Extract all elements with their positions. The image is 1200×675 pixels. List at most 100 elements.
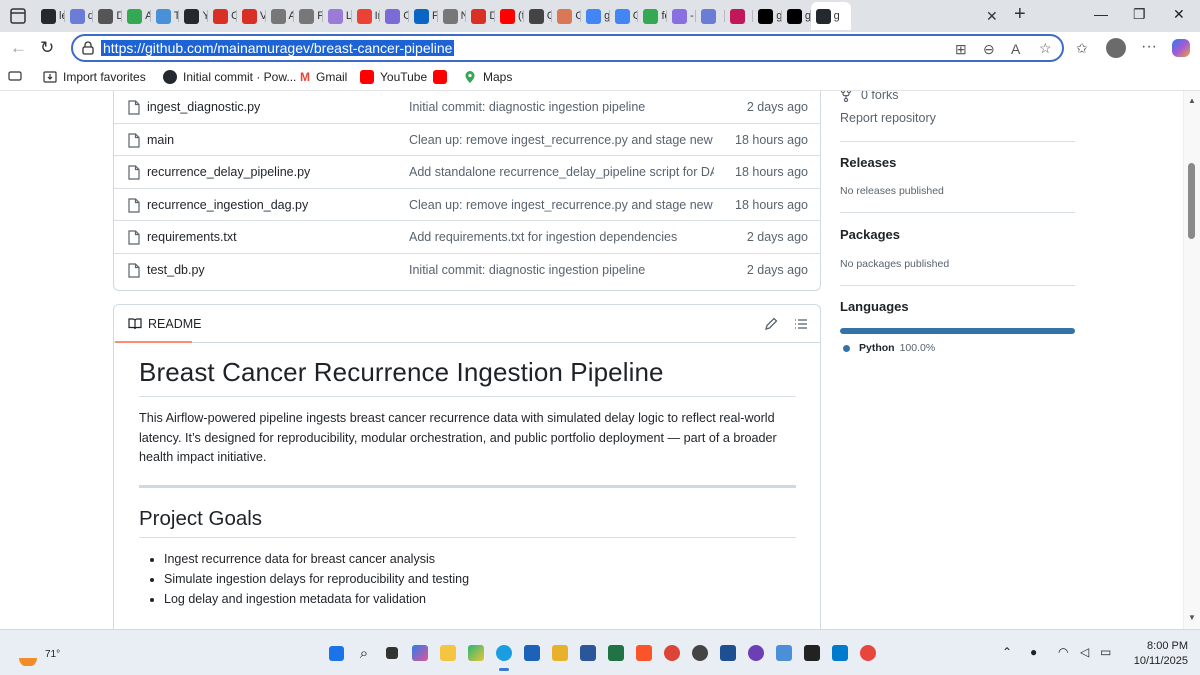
commit-message-link[interactable]: Clean up: remove ingest_recurrence.py an… bbox=[409, 198, 714, 212]
bookmark-import-favorites[interactable]: Import favorites bbox=[43, 70, 146, 84]
browser-tab[interactable]: N bbox=[438, 2, 466, 30]
browser-tab[interactable]: D bbox=[93, 2, 122, 30]
apps-icon[interactable]: ⊞ bbox=[955, 41, 967, 58]
bookmark-initial-commit[interactable]: Initial commit · Pow... bbox=[163, 70, 296, 84]
favorites-icon[interactable]: ✩ bbox=[1076, 40, 1088, 57]
app-purple-icon[interactable] bbox=[742, 641, 770, 665]
browser-tab[interactable]: O bbox=[208, 2, 237, 30]
browser-tab[interactable] bbox=[696, 2, 725, 30]
browser-tab[interactable]: fc bbox=[638, 2, 667, 30]
browser-tab[interactable]: V bbox=[237, 2, 266, 30]
forks-link[interactable]: 0 forks bbox=[840, 91, 899, 102]
file-name-link[interactable]: test_db.py bbox=[147, 263, 205, 277]
language-item-python[interactable]: Python 100.0% bbox=[843, 342, 935, 354]
brave-icon[interactable] bbox=[630, 641, 658, 665]
bookmark-youtube-2[interactable] bbox=[433, 70, 453, 84]
scroll-up-arrow-icon[interactable]: ▲ bbox=[1188, 96, 1196, 105]
file-name-link[interactable]: ingest_diagnostic.py bbox=[147, 100, 260, 114]
bookmark-maps[interactable]: Maps bbox=[463, 70, 512, 84]
scrollbar-thumb[interactable] bbox=[1188, 163, 1195, 239]
search-icon[interactable]: ⌕ bbox=[350, 641, 378, 665]
close-tab-icon[interactable]: ✕ bbox=[986, 8, 998, 25]
browser-tab[interactable]: Y bbox=[179, 2, 208, 30]
reading-list-icon[interactable] bbox=[8, 70, 22, 82]
browser-tab[interactable]: g bbox=[810, 2, 851, 30]
browser-tab[interactable]: le bbox=[36, 2, 65, 30]
scroll-down-arrow-icon[interactable]: ▼ bbox=[1188, 613, 1196, 622]
file-explorer-icon[interactable] bbox=[434, 641, 462, 665]
weather-widget[interactable]: 71° bbox=[17, 638, 60, 668]
show-hidden-icons-icon[interactable]: ⌃ bbox=[1002, 645, 1012, 659]
bookmark-gmail[interactable]: M Gmail bbox=[300, 70, 347, 84]
file-name-link[interactable]: recurrence_ingestion_dag.py bbox=[147, 198, 308, 212]
edge-icon[interactable] bbox=[490, 641, 518, 671]
store-icon[interactable] bbox=[518, 641, 546, 665]
commit-message-link[interactable]: Clean up: remove ingest_recurrence.py an… bbox=[409, 133, 714, 147]
file-name-link[interactable]: requirements.txt bbox=[147, 230, 237, 244]
copilot-app-icon[interactable] bbox=[406, 641, 434, 665]
chrome-icon[interactable] bbox=[658, 641, 686, 665]
vertical-scrollbar[interactable]: ▲ ▼ bbox=[1183, 91, 1200, 629]
system-clock[interactable]: 8:00 PM 10/11/2025 bbox=[1124, 639, 1188, 669]
start-button[interactable] bbox=[322, 641, 350, 665]
commit-message-link[interactable]: Initial commit: diagnostic ingestion pip… bbox=[409, 263, 714, 277]
more-icon[interactable]: ··· bbox=[1141, 38, 1157, 56]
readme-tab[interactable]: README bbox=[126, 305, 203, 343]
browser-tab[interactable]: d bbox=[65, 2, 93, 30]
url-text[interactable]: https://github.com/mainamuragev/breast-c… bbox=[101, 40, 455, 56]
outline-list-icon[interactable] bbox=[794, 317, 808, 331]
browser-tab[interactable]: g bbox=[782, 2, 811, 30]
battery-icon[interactable]: ▭ bbox=[1100, 645, 1111, 659]
refresh-icon[interactable]: ↻ bbox=[40, 38, 54, 58]
volume-icon[interactable]: ◁ bbox=[1080, 645, 1089, 659]
browser-tab[interactable]: A bbox=[122, 2, 151, 30]
browser-tab[interactable]: F bbox=[409, 2, 438, 30]
tray-app-icon[interactable]: ● bbox=[1030, 645, 1037, 659]
read-aloud-icon[interactable]: A bbox=[1011, 41, 1020, 57]
excel-icon[interactable] bbox=[602, 641, 630, 665]
browser-tab[interactable]: L bbox=[323, 2, 352, 30]
chrome-dev-icon[interactable] bbox=[854, 641, 882, 665]
tab-actions-icon[interactable] bbox=[8, 6, 28, 26]
commit-message-link[interactable]: Initial commit: diagnostic ingestion pip… bbox=[409, 100, 714, 114]
browser-tab[interactable]: C bbox=[552, 2, 581, 30]
releases-heading[interactable]: Releases bbox=[840, 155, 896, 170]
close-window-icon[interactable]: ✕ bbox=[1173, 6, 1185, 23]
photos-icon[interactable] bbox=[462, 641, 490, 665]
browser-tab[interactable]: C bbox=[524, 2, 552, 30]
browser-tab[interactable]: T bbox=[151, 2, 179, 30]
browser-tab[interactable]: G bbox=[610, 2, 638, 30]
report-repository-link[interactable]: Report repository bbox=[840, 111, 936, 125]
file-name-link[interactable]: main bbox=[147, 133, 174, 147]
word-icon[interactable] bbox=[574, 641, 602, 665]
edit-pencil-icon[interactable] bbox=[764, 317, 778, 331]
address-bar[interactable]: https://github.com/mainamuragev/breast-c… bbox=[71, 34, 1064, 62]
file-name-link[interactable]: recurrence_delay_pipeline.py bbox=[147, 165, 310, 179]
browser-tab[interactable]: C bbox=[380, 2, 409, 30]
back-icon[interactable]: ← bbox=[10, 38, 27, 58]
browser-tab[interactable]: g bbox=[753, 2, 782, 30]
favorite-star-icon[interactable]: ☆ bbox=[1039, 40, 1052, 57]
bookmark-youtube[interactable]: YouTube bbox=[360, 70, 427, 84]
terminal-icon[interactable] bbox=[798, 641, 826, 665]
site-info-icon[interactable] bbox=[81, 41, 95, 55]
notepad-icon[interactable] bbox=[770, 641, 798, 665]
zoom-icon[interactable]: ⊖ bbox=[983, 41, 995, 58]
browser-tab[interactable]: A bbox=[266, 2, 294, 30]
maximize-icon[interactable]: ❐ bbox=[1133, 6, 1146, 23]
browser-tab[interactable]: g bbox=[581, 2, 610, 30]
minimize-icon[interactable]: — bbox=[1094, 6, 1108, 22]
app-ball-icon[interactable] bbox=[686, 641, 714, 665]
packages-heading[interactable]: Packages bbox=[840, 227, 900, 242]
vscode-icon[interactable] bbox=[826, 641, 854, 665]
wifi-icon[interactable]: ◠ bbox=[1058, 645, 1068, 659]
browser-tab[interactable]: - bbox=[667, 2, 696, 30]
profile-avatar[interactable] bbox=[1106, 38, 1126, 58]
browser-tab[interactable]: (t bbox=[495, 2, 524, 30]
app-blue-icon[interactable] bbox=[714, 641, 742, 665]
browser-tab[interactable]: Ir bbox=[352, 2, 380, 30]
app-yellow-icon[interactable] bbox=[546, 641, 574, 665]
browser-tab[interactable] bbox=[725, 2, 754, 30]
new-tab-button[interactable]: + bbox=[1014, 3, 1026, 26]
browser-tab[interactable]: D bbox=[466, 2, 495, 30]
